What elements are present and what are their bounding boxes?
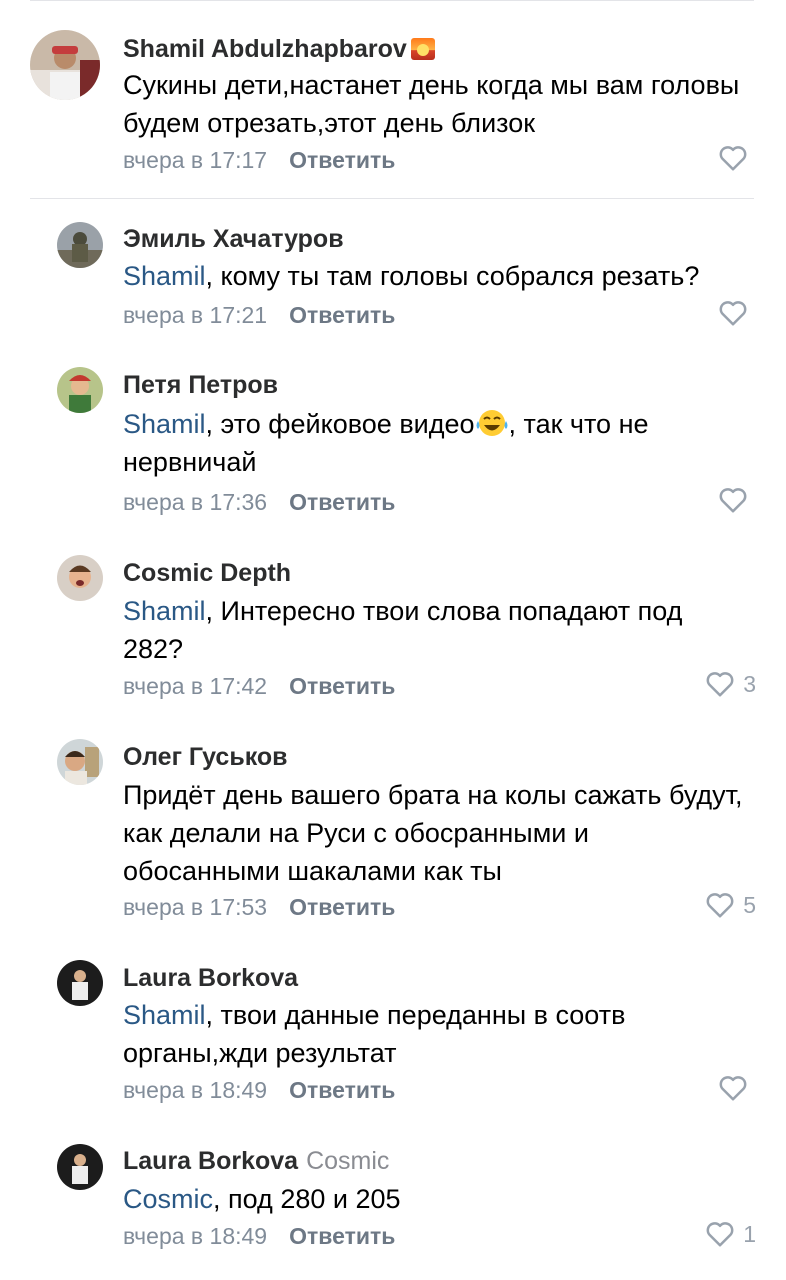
comment-time[interactable]: вчера в 17:53	[123, 894, 267, 920]
reply-button[interactable]: Ответить	[289, 673, 395, 699]
comment-meta: вчера в 17:36 Ответить	[123, 489, 395, 516]
reply-button[interactable]: Ответить	[289, 1077, 395, 1103]
reply-button[interactable]: Ответить	[289, 147, 395, 173]
heart-icon	[706, 1222, 734, 1247]
heart-icon	[706, 893, 734, 918]
comment-text: Shamil, это фейковое видео, так что не н…	[123, 405, 743, 481]
avatar[interactable]	[57, 739, 103, 785]
comment-time[interactable]: вчера в 18:49	[123, 1077, 267, 1103]
comment-author[interactable]: Олег Гуськов	[123, 743, 288, 772]
comment-text-body: , под 280 и 205	[213, 1184, 401, 1214]
like-button[interactable]	[718, 144, 756, 172]
avatar[interactable]	[30, 30, 100, 100]
top-divider	[30, 0, 754, 1]
like-button[interactable]	[718, 486, 756, 514]
avatar[interactable]	[57, 222, 103, 268]
comment-author[interactable]: Laura Borkova	[123, 964, 298, 993]
like-button[interactable]: 1	[705, 1220, 756, 1248]
comment-text: Shamil, кому ты там головы собрался реза…	[123, 257, 743, 295]
comment-text: Придёт день вашего брата на колы сажать …	[123, 776, 743, 890]
comment-text-body: , это фейковое видео	[205, 409, 475, 439]
comment-time[interactable]: вчера в 17:17	[123, 147, 267, 173]
reply-button[interactable]: Ответить	[289, 302, 395, 328]
comment-text: Cosmic, под 280 и 205	[123, 1180, 743, 1218]
author-name[interactable]: Shamil Abdulzhapbarov	[123, 35, 407, 63]
reply-button[interactable]: Ответить	[289, 894, 395, 920]
avatar[interactable]	[57, 960, 103, 1006]
comment-text-body: Сукины дети,настанет день когда мы вам г…	[123, 70, 740, 138]
mention-link[interactable]: Shamil	[123, 1000, 206, 1030]
avatar[interactable]	[57, 1144, 103, 1190]
comment-meta: вчера в 18:49 Ответить	[123, 1077, 395, 1104]
comment-author[interactable]: Cosmic Depth	[123, 559, 291, 588]
like-count: 3	[743, 670, 756, 697]
comment-text-body: Придёт день вашего брата на колы сажать …	[123, 780, 743, 886]
comment-meta: вчера в 17:21 Ответить	[123, 302, 395, 329]
heart-icon	[719, 301, 747, 326]
comment-text: Shamil, Интересно твои слова попадают по…	[123, 592, 743, 668]
laughing-tears-emoji	[476, 410, 508, 436]
like-button[interactable]: 5	[705, 891, 756, 919]
comment-time[interactable]: вчера в 17:21	[123, 302, 267, 328]
comment-time[interactable]: вчера в 18:49	[123, 1223, 267, 1249]
thread-divider	[30, 198, 754, 199]
comment-meta: вчера в 17:42 Ответить	[123, 673, 395, 700]
author-name[interactable]: Laura Borkova	[123, 1147, 298, 1175]
comment-author[interactable]: Laura Borkova Cosmic	[123, 1147, 389, 1176]
heart-icon	[719, 488, 747, 513]
comment-author[interactable]: Петя Петров	[123, 371, 278, 400]
heart-icon	[719, 1076, 747, 1101]
avatar[interactable]	[57, 367, 103, 413]
heart-icon	[706, 672, 734, 697]
comment-text: Shamil, твои данные переданны в соотв ор…	[123, 996, 743, 1072]
like-button[interactable]: 3	[705, 670, 756, 698]
mention-link[interactable]: Shamil	[123, 261, 206, 291]
comment-author[interactable]: Эмиль Хачатуров	[123, 225, 344, 254]
reply-to-label[interactable]: Cosmic	[306, 1147, 389, 1175]
reply-button[interactable]: Ответить	[289, 489, 395, 515]
like-count: 1	[743, 1220, 756, 1247]
comment-text: Сукины дети,настанет день когда мы вам г…	[123, 66, 743, 142]
like-button[interactable]	[718, 299, 756, 327]
heart-icon	[719, 146, 747, 171]
avatar[interactable]	[57, 555, 103, 601]
comment-meta: вчера в 17:53 Ответить	[123, 894, 395, 921]
comment-time[interactable]: вчера в 17:36	[123, 489, 267, 515]
mention-link[interactable]: Cosmic	[123, 1184, 213, 1214]
like-button[interactable]	[718, 1074, 756, 1102]
comment-meta: вчера в 17:17 Ответить	[123, 147, 395, 174]
comment-author[interactable]: Shamil Abdulzhapbarov	[123, 35, 435, 64]
reply-button[interactable]: Ответить	[289, 1223, 395, 1249]
comment-text-body: , кому ты там головы собрался резать?	[205, 261, 700, 291]
comment-meta: вчера в 18:49 Ответить	[123, 1223, 395, 1250]
comment-time[interactable]: вчера в 17:42	[123, 673, 267, 699]
like-count: 5	[743, 891, 756, 918]
sunset-icon	[410, 38, 435, 60]
mention-link[interactable]: Shamil	[123, 596, 206, 626]
mention-link[interactable]: Shamil	[123, 409, 206, 439]
comment-text-body: , Интересно твои слова попадают под 282?	[123, 596, 683, 664]
